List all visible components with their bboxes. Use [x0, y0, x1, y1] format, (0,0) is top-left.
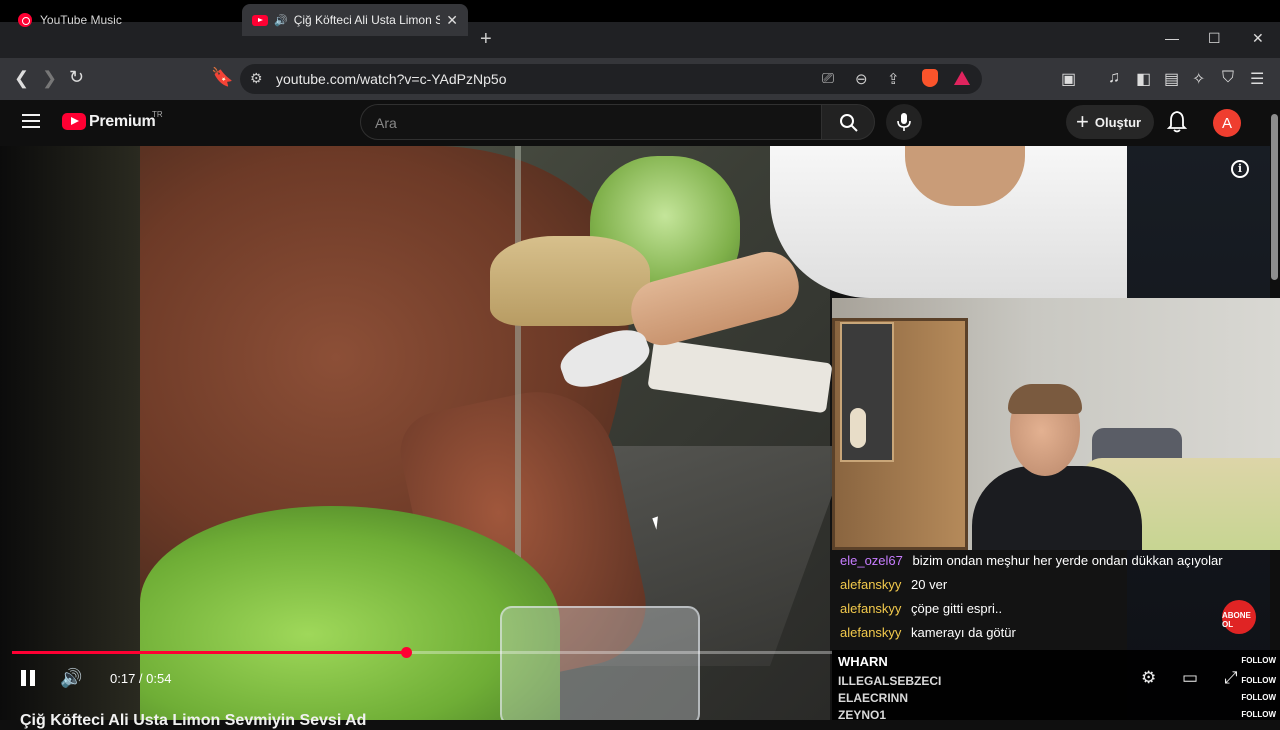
bookmark-icon[interactable]: 🔖	[211, 67, 233, 88]
time-display: 0:17 / 0:54	[110, 671, 172, 686]
subscribe-badge: ABONE OL	[1222, 600, 1256, 634]
progress-played	[12, 651, 406, 654]
chat-username: alefanskyy	[840, 577, 902, 592]
close-tab-icon[interactable]: ✕	[446, 12, 458, 29]
plus-icon: +	[1076, 109, 1089, 134]
volume-icon[interactable]: 🔊	[60, 668, 82, 689]
webcam-guitar	[850, 408, 866, 448]
sidebar-icon[interactable]: ◧	[1136, 69, 1151, 89]
webcam-person-hair	[1008, 384, 1082, 414]
follower-name: ILLEGALSEBZECI	[838, 674, 942, 688]
pause-button[interactable]	[20, 670, 36, 686]
address-url[interactable]: youtube.com/watch?v=c-YAdPzNp5o	[276, 71, 506, 87]
pause-icon	[21, 670, 26, 686]
info-icon[interactable]: i	[1231, 160, 1249, 178]
minimize-icon[interactable]: —	[1165, 30, 1179, 46]
youtube-favicon-icon	[252, 14, 268, 26]
search-input[interactable]: Ara	[360, 104, 822, 140]
video-title: Çiğ Köfteci Ali Usta Limon Sevmiyin Sevs…	[20, 712, 367, 729]
chat-message: alefanskyy kamerayı da götür	[840, 625, 1260, 649]
webcam-wardrobe-door	[840, 322, 894, 462]
follower-row: WHARN FOLLOW	[838, 654, 1278, 669]
video-scene-container	[500, 606, 700, 720]
wallet-icon[interactable]: ▤	[1164, 69, 1179, 89]
brave-shields-icon[interactable]	[922, 69, 938, 87]
vpn-icon[interactable]: ⛉	[1222, 69, 1234, 87]
media-icon[interactable]: ♫	[1108, 69, 1120, 87]
video-scene-lavash	[490, 236, 650, 326]
video-letterbox	[0, 146, 140, 720]
video-scene-glass	[515, 146, 521, 566]
chat-message: alefanskyy çöpe gitti espri..	[840, 601, 1260, 625]
youtube-music-icon	[18, 13, 32, 27]
chat-text: 20 ver	[911, 577, 948, 592]
menu-icon[interactable]: ☰	[1250, 69, 1264, 89]
scrollbar-thumb[interactable]	[1271, 114, 1278, 280]
youtube-brand[interactable]: Premium	[89, 113, 156, 131]
follower-name: ELAECRINN	[838, 691, 909, 705]
guide-menu-icon[interactable]	[22, 114, 40, 128]
theater-mode-icon[interactable]: ▭	[1182, 668, 1198, 688]
search-button[interactable]	[821, 104, 875, 140]
new-tab-button[interactable]: +	[480, 28, 492, 51]
follower-name: WHARN	[838, 654, 888, 669]
tab-youtube-music[interactable]: YouTube Music	[8, 4, 240, 36]
address-bar[interactable]: ⚙ youtube.com/watch?v=c-YAdPzNp5o	[240, 64, 982, 94]
chat-text: çöpe gitti espri..	[911, 601, 1003, 616]
voice-search-button[interactable]	[886, 104, 922, 140]
audio-playing-icon[interactable]: 🔊	[274, 14, 288, 27]
tab-label: YouTube Music	[40, 13, 122, 27]
youtube-logo-icon[interactable]	[62, 113, 86, 130]
forward-icon[interactable]: ❯	[42, 68, 57, 89]
notifications-button[interactable]	[1166, 110, 1188, 134]
create-button[interactable]: + Oluştur	[1066, 105, 1154, 139]
settings-icon[interactable]: ⚙	[1141, 668, 1156, 688]
chat-username: alefanskyy	[840, 601, 902, 616]
webcam-person-body	[972, 466, 1142, 550]
search-icon	[840, 114, 858, 132]
reader-mode-icon[interactable]: ▣	[1061, 69, 1076, 89]
scrubber-handle[interactable]	[401, 647, 412, 658]
microphone-icon	[897, 113, 911, 131]
pause-icon	[30, 670, 35, 686]
avatar[interactable]: A	[1213, 109, 1241, 137]
share-icon[interactable]: ⇪	[887, 70, 900, 88]
chat-message: alefanskyy 20 ver	[840, 577, 1260, 601]
brave-rewards-icon[interactable]	[954, 71, 970, 85]
leo-ai-icon[interactable]: ✧	[1192, 69, 1205, 89]
chat-overlay: ele_ozel67 bizim ondan meşhur her yerde …	[840, 553, 1260, 649]
back-icon[interactable]: ❮	[14, 68, 29, 89]
streamer-webcam	[832, 298, 1280, 550]
follow-tag: FOLLOW	[1241, 710, 1276, 719]
create-label: Oluştur	[1094, 114, 1142, 130]
cast-icon[interactable]: ⎚	[822, 70, 834, 87]
region-code: TR	[152, 110, 163, 119]
chat-username: ele_ozel67	[840, 553, 903, 568]
chat-message: ele_ozel67 bizim ondan meşhur her yerde …	[840, 553, 1260, 577]
fullscreen-icon[interactable]: ⤢	[1224, 668, 1238, 688]
follower-row: ELAECRINN FOLLOW	[838, 691, 1278, 705]
search-placeholder: Ara	[375, 115, 397, 131]
maximize-icon[interactable]: ☐	[1208, 30, 1221, 47]
follower-row: ILLEGALSEBZECI FOLLOW	[838, 674, 1278, 688]
follow-tag: FOLLOW	[1241, 656, 1276, 665]
bell-icon	[1166, 111, 1188, 133]
follow-tag: FOLLOW	[1241, 676, 1276, 685]
chat-text: kamerayı da götür	[911, 625, 1016, 640]
follow-tag: FOLLOW	[1241, 693, 1276, 702]
close-window-icon[interactable]: ✕	[1252, 30, 1264, 47]
chat-text: bizim ondan meşhur her yerde ondan dükka…	[912, 553, 1223, 568]
zoom-icon[interactable]: ⊖	[855, 70, 868, 88]
site-settings-icon[interactable]: ⚙	[250, 70, 263, 87]
tab-label: Çiğ Köfteci Ali Usta Limon Sev	[293, 13, 441, 27]
reload-icon[interactable]: ↻	[69, 67, 84, 88]
chat-username: alefanskyy	[840, 625, 902, 640]
tab-video[interactable]: 🔊 Çiğ Köfteci Ali Usta Limon Sev ✕	[242, 4, 468, 36]
